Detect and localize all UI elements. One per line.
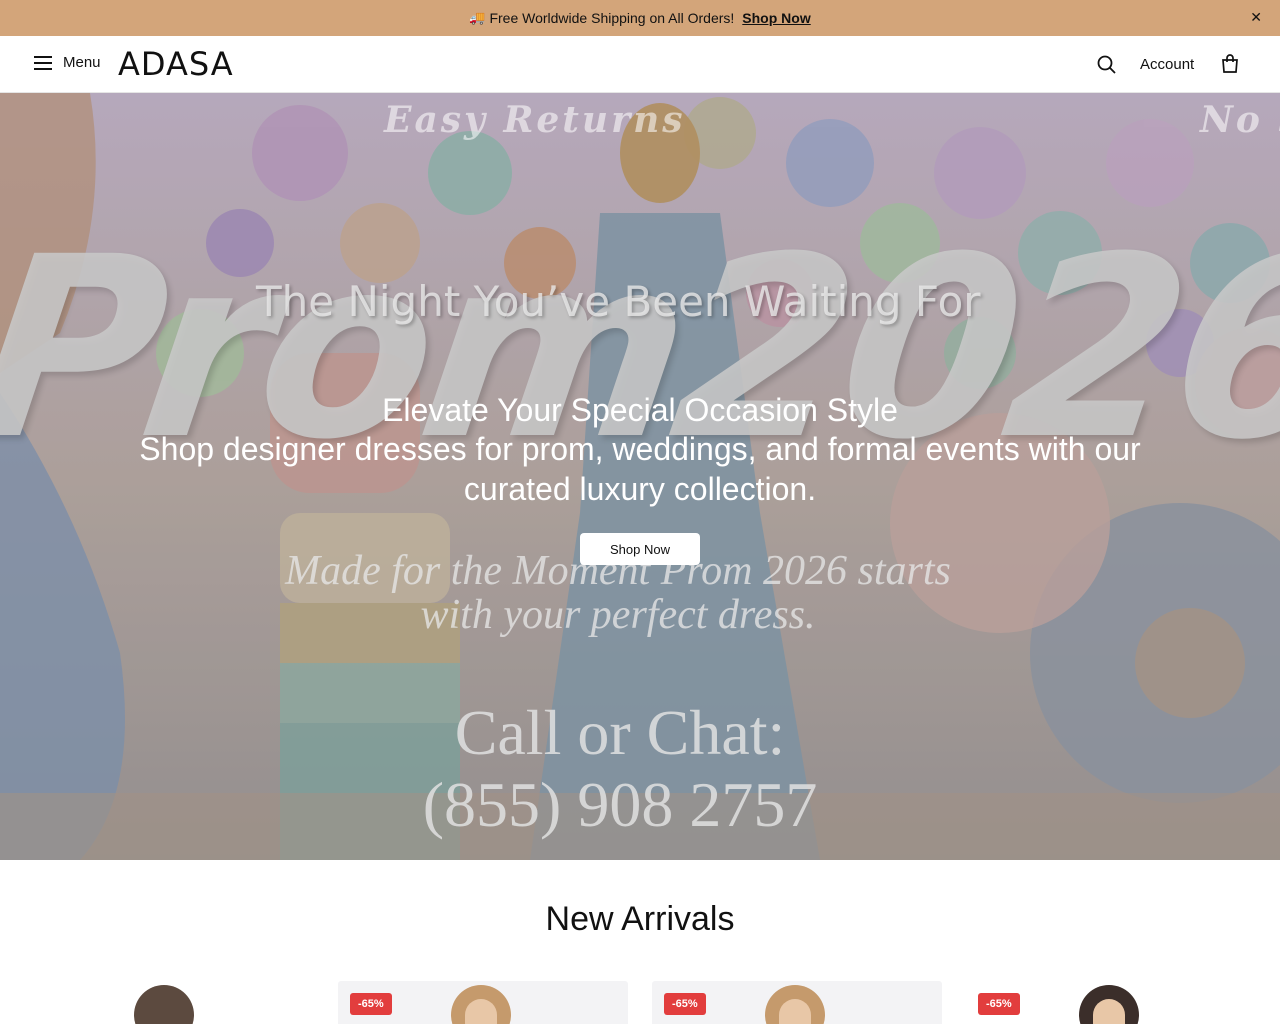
account-link[interactable]: Account	[1140, 56, 1194, 73]
shopping-bag-icon[interactable]	[1221, 54, 1239, 73]
hero-image-text-top-right: No S	[1200, 99, 1280, 141]
site-logo[interactable]: ADASA	[118, 45, 234, 83]
hero-image-contact: Call or Chat: (855) 908 2757	[380, 697, 860, 841]
close-icon[interactable]: ✕	[1250, 9, 1262, 26]
announcement-bar: 🚚 Free Worldwide Shipping on All Orders!…	[0, 0, 1280, 36]
new-arrivals-title: New Arrivals	[545, 900, 735, 938]
product-image[interactable]	[765, 985, 825, 1024]
hero-title: Elevate Your Special Occasion Style	[382, 392, 898, 428]
hero-shop-now-button[interactable]: Shop Now	[580, 533, 700, 565]
product-image[interactable]	[134, 985, 194, 1024]
search-icon[interactable]	[1097, 55, 1116, 74]
hero-image-call-label: Call or Chat:	[454, 697, 786, 768]
hero-banner: Easy Returns No S Prom2026 The Night You…	[0, 93, 1280, 860]
hamburger-icon	[34, 55, 52, 70]
hero-image-text-easy-returns: Easy Returns	[384, 99, 686, 141]
announcement-shop-now-link[interactable]: Shop Now	[742, 10, 810, 26]
menu-label: Menu	[63, 54, 101, 71]
discount-badge: -65%	[664, 993, 706, 1015]
product-card[interactable]	[24, 981, 314, 1024]
hero-image-phone: (855) 908 2757	[422, 769, 818, 840]
site-header: Menu ADASA Account	[0, 36, 1280, 93]
hero-subtitle: Shop designer dresses for prom, weddings…	[139, 431, 1141, 507]
announcement-message: Free Worldwide Shipping on All Orders!	[489, 10, 735, 26]
product-card[interactable]: -65%	[966, 981, 1256, 1024]
menu-button[interactable]: Menu	[34, 54, 101, 71]
product-card[interactable]: -65%	[652, 981, 942, 1024]
product-image[interactable]	[1079, 985, 1139, 1024]
discount-badge: -65%	[978, 993, 1020, 1015]
product-image[interactable]	[451, 985, 511, 1024]
hero-image-headline: The Night You’ve Been Waiting For	[256, 277, 981, 326]
discount-badge: -65%	[350, 993, 392, 1015]
truck-icon: 🚚	[469, 10, 486, 25]
product-grid: -65% -65% -65%	[24, 981, 1256, 1024]
hero-overlay: Easy Returns No S Prom2026 The Night You…	[0, 93, 1280, 860]
product-card[interactable]: -65%	[338, 981, 628, 1024]
